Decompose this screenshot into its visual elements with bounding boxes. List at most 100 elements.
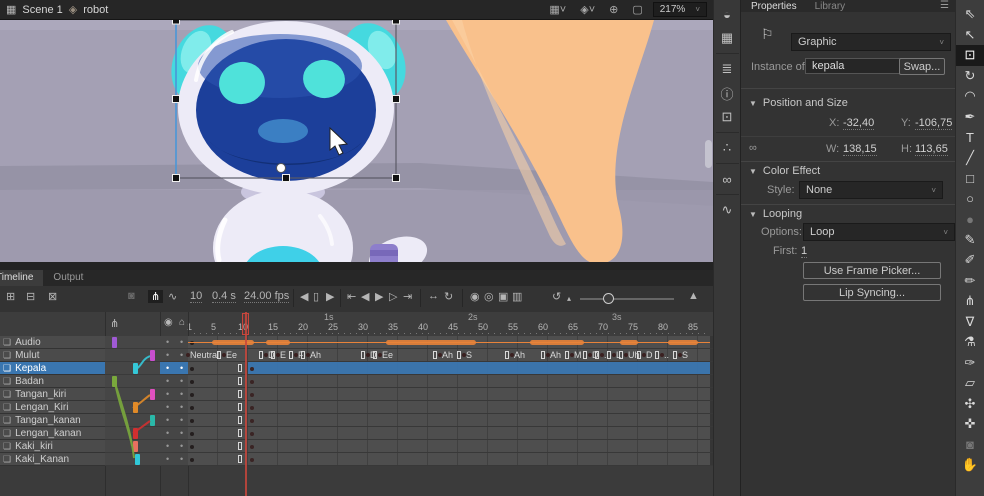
layer-row-kaki_kiri[interactable]: ❏Kaki_kiri bbox=[0, 440, 105, 453]
selection-tool[interactable]: ⇖ bbox=[956, 4, 984, 25]
position-size-header[interactable]: ▼Position and Size bbox=[749, 97, 848, 109]
panel-menu-icon[interactable]: ☰ bbox=[940, 0, 949, 11]
layer-row-mulut[interactable]: ❏Mulut bbox=[0, 349, 105, 362]
timeline-zoom-in-button[interactable]: ▲ bbox=[688, 290, 699, 302]
layer-row-tangan_kiri[interactable]: ❏Tangan_kiri bbox=[0, 388, 105, 401]
swatches-panel-icon[interactable]: ▦ bbox=[714, 26, 741, 50]
playhead-marker[interactable] bbox=[242, 313, 249, 335]
frame-ruler[interactable]: 1s2s3s 151015202530354045505560657075808… bbox=[188, 312, 713, 336]
looping-header[interactable]: ▼Looping bbox=[749, 208, 802, 220]
visibility-lock-cell[interactable]: •• bbox=[160, 375, 188, 388]
fluid-brush-tool[interactable]: ✏ bbox=[956, 271, 984, 292]
frames-row-lengan_kanan[interactable] bbox=[188, 427, 713, 440]
first-frame-value[interactable]: 1 bbox=[801, 245, 807, 258]
x-value[interactable]: -32,40 bbox=[843, 117, 874, 130]
layer-row-audio[interactable]: ❏Audio bbox=[0, 336, 105, 349]
tab-timeline[interactable]: Timeline bbox=[0, 270, 43, 286]
visibility-lock-cell[interactable]: •• bbox=[160, 349, 188, 362]
lip-syncing-button[interactable]: Lip Syncing... bbox=[803, 284, 941, 301]
transform-panel-icon[interactable]: ⊡ bbox=[714, 105, 741, 129]
use-frame-picker-button[interactable]: Use Frame Picker... bbox=[803, 262, 941, 279]
tab-output[interactable]: Output bbox=[43, 270, 93, 286]
frames-row-kaki_kanan[interactable] bbox=[188, 453, 713, 466]
prev-frame-button[interactable]: ◀ bbox=[361, 290, 369, 303]
mouth-key-label[interactable]: Ah bbox=[310, 350, 321, 360]
align-panel-icon[interactable]: ≣ bbox=[714, 57, 741, 81]
visibility-lock-cell[interactable]: •• bbox=[160, 336, 188, 349]
visibility-lock-cell[interactable]: •• bbox=[160, 362, 188, 375]
onion-outlines-button[interactable]: ◎ bbox=[484, 290, 494, 303]
frames-row-badan[interactable] bbox=[188, 375, 713, 388]
tab-library[interactable]: Library bbox=[815, 1, 846, 12]
frames-row-mulut[interactable]: NeutralEeDEFAhDEeAhSAhAhMD.LUhD..S bbox=[188, 349, 713, 362]
edit-symbols-icon[interactable]: ◈˅ bbox=[576, 3, 599, 16]
frames-row-audio[interactable] bbox=[188, 336, 713, 349]
frame-indicator[interactable]: ▯ bbox=[313, 290, 319, 303]
camera-tool[interactable]: ◙ bbox=[956, 435, 984, 456]
timeline-zoom-out-button[interactable]: ▴ bbox=[567, 294, 571, 303]
frame-rate-value[interactable]: 24.00 fps bbox=[244, 290, 289, 303]
lasso-tool[interactable]: ◠ bbox=[956, 86, 984, 107]
go-first-frame-button[interactable]: ⇤ bbox=[347, 290, 356, 303]
clip-content-icon[interactable]: ▢ bbox=[628, 3, 646, 16]
subselection-tool[interactable]: ↖ bbox=[956, 25, 984, 46]
center-playhead-button[interactable]: ↔ bbox=[428, 290, 439, 302]
color-panel-icon[interactable]: ◒ bbox=[714, 2, 741, 26]
elapsed-time-value[interactable]: 0.4 s bbox=[212, 290, 236, 303]
center-stage-icon[interactable]: ⊕ bbox=[605, 3, 622, 16]
pen-tool[interactable]: ✒ bbox=[956, 107, 984, 128]
lock-column-icon[interactable]: ⌂ bbox=[179, 317, 185, 328]
edit-multiple-frames-button[interactable]: ▣ bbox=[498, 290, 508, 303]
asset-warp-tool[interactable]: ✜ bbox=[956, 414, 984, 435]
frames-row-tangan_kanan[interactable] bbox=[188, 414, 713, 427]
visibility-lock-cell[interactable]: •• bbox=[160, 414, 188, 427]
step-back-button[interactable]: ◀ bbox=[300, 290, 308, 303]
layer-row-kepala[interactable]: ❏Kepala bbox=[0, 362, 105, 375]
step-forward-button[interactable]: ▶ bbox=[326, 290, 334, 303]
new-layer-button[interactable]: ⊞ bbox=[6, 290, 15, 303]
line-tool[interactable]: ╱ bbox=[956, 148, 984, 169]
play-button[interactable]: ▶ bbox=[375, 290, 383, 303]
frames-row-lengan_kiri[interactable] bbox=[188, 401, 713, 414]
swap-button[interactable]: Swap... bbox=[899, 58, 945, 75]
stage-canvas[interactable] bbox=[0, 20, 713, 270]
tab-properties[interactable]: Properties bbox=[751, 1, 797, 12]
new-folder-button[interactable]: ⊟ bbox=[26, 290, 35, 303]
playhead-line[interactable] bbox=[245, 312, 247, 496]
rectangle-tool[interactable]: □ bbox=[956, 168, 984, 189]
mouth-key-label[interactable]: Ah bbox=[550, 350, 561, 360]
oval-primitive-tool[interactable]: ● bbox=[956, 209, 984, 230]
mouth-key-label[interactable]: S bbox=[682, 350, 688, 360]
parent-view-toggle[interactable]: ⋔ bbox=[148, 290, 163, 303]
symbol-type-select[interactable]: Graphic˅ bbox=[791, 33, 951, 51]
layer-row-tangan_kanan[interactable]: ❏Tangan_kanan bbox=[0, 414, 105, 427]
layer-row-kaki_kanan[interactable]: ❏Kaki_Kanan bbox=[0, 453, 105, 466]
eraser-tool[interactable]: ▱ bbox=[956, 373, 984, 394]
mouth-key-label[interactable]: D bbox=[646, 350, 653, 360]
layer-row-lengan_kanan[interactable]: ❏Lengan_kanan bbox=[0, 427, 105, 440]
gradient-transform-tool[interactable]: ↻ bbox=[956, 66, 984, 87]
reset-timeline-zoom-button[interactable]: ↺ bbox=[552, 290, 561, 303]
color-effect-header[interactable]: ▼Color Effect bbox=[749, 165, 820, 177]
layer-row-lengan_kiri[interactable]: ❏Lengan_Kiri bbox=[0, 401, 105, 414]
cc-libraries-panel-icon[interactable]: ∞ bbox=[714, 167, 741, 191]
classic-brush-tool[interactable]: ✐ bbox=[956, 250, 984, 271]
pencil-tool[interactable]: ✎ bbox=[956, 230, 984, 251]
free-transform-tool[interactable]: ⊡ bbox=[956, 45, 984, 66]
visibility-lock-cell[interactable]: •• bbox=[160, 427, 188, 440]
info-panel-icon[interactable]: ⓘ bbox=[714, 81, 741, 105]
ink-bottle-tool[interactable]: ⚗ bbox=[956, 332, 984, 353]
timeline-zoom-knob[interactable] bbox=[603, 293, 614, 304]
mouth-key-label[interactable]: .. bbox=[664, 350, 669, 360]
next-frame-button[interactable]: ▷ bbox=[389, 290, 397, 303]
layer-row-badan[interactable]: ❏Badan bbox=[0, 375, 105, 388]
mouth-key-label[interactable]: S bbox=[466, 350, 472, 360]
paint-bucket-tool[interactable]: ∇ bbox=[956, 312, 984, 333]
style-select[interactable]: None˅ bbox=[799, 181, 943, 199]
canvas-vertical-scrollbar[interactable] bbox=[705, 140, 712, 168]
stage-zoom-select[interactable]: 217%˅ bbox=[653, 2, 707, 17]
breadcrumb-scene[interactable]: Scene 1 bbox=[22, 4, 62, 16]
visibility-lock-cell[interactable]: •• bbox=[160, 388, 188, 401]
frame-picker-panel-icon[interactable]: ∿ bbox=[714, 198, 741, 222]
mouth-key-label[interactable]: E bbox=[280, 350, 286, 360]
